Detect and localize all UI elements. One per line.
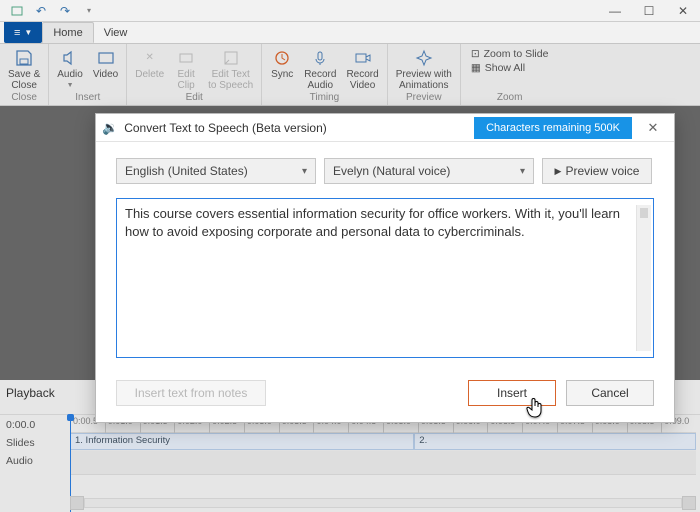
insert-button[interactable]: Insert — [468, 380, 556, 406]
insert-from-notes-button: Insert text from notes — [116, 380, 266, 406]
dialog-close-button[interactable]: ✕ — [638, 120, 668, 136]
voice-select[interactable]: Evelyn (Natural voice) ▾ — [324, 158, 534, 184]
dialog-body: English (United States) ▾ Evelyn (Natural… — [96, 142, 674, 362]
preview-voice-label: Preview voice — [565, 164, 639, 178]
dialog-footer: Insert text from notes Insert Cancel — [96, 362, 674, 422]
preview-voice-button[interactable]: ▶Preview voice — [542, 158, 652, 184]
cancel-button[interactable]: Cancel — [566, 380, 654, 406]
text-input-wrap — [116, 198, 654, 358]
voice-value: Evelyn (Natural voice) — [333, 164, 450, 178]
tts-text-input[interactable] — [125, 205, 636, 351]
characters-remaining-badge: Characters remaining 500K — [474, 117, 632, 139]
chevron-down-icon: ▾ — [302, 166, 307, 177]
tts-dialog: 🔉 Convert Text to Speech (Beta version) … — [95, 113, 675, 423]
language-value: English (United States) — [125, 164, 248, 178]
dialog-titlebar: 🔉 Convert Text to Speech (Beta version) … — [96, 114, 674, 142]
chevron-down-icon: ▾ — [520, 166, 525, 177]
dialog-title: Convert Text to Speech (Beta version) — [124, 121, 327, 135]
textarea-scrollbar[interactable] — [636, 205, 651, 351]
language-select[interactable]: English (United States) ▾ — [116, 158, 316, 184]
play-icon: ▶ — [555, 166, 562, 177]
tts-dialog-icon: 🔉 — [102, 120, 118, 136]
